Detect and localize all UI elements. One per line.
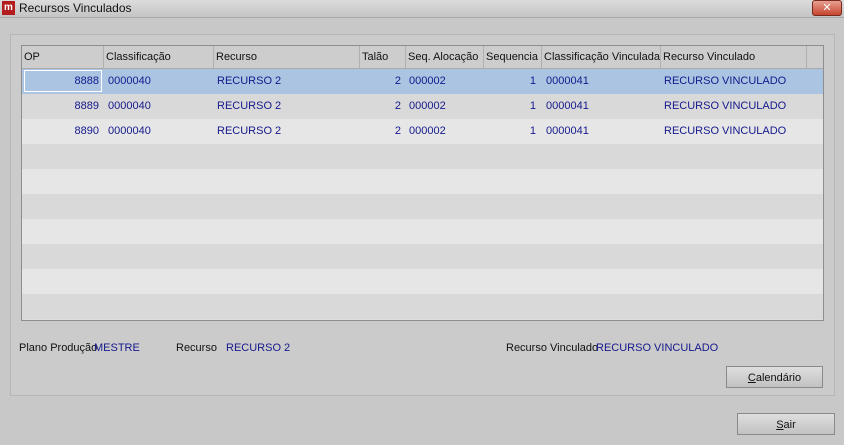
column-header-filler [807, 46, 823, 68]
column-header-op[interactable]: OP [22, 46, 104, 68]
cell-seq-alocacao[interactable]: 000002 [409, 94, 484, 119]
cell-recurso-vinculado[interactable]: RECURSO VINCULADO [664, 69, 807, 94]
cell-op[interactable]: 8889 [22, 94, 102, 119]
table-row[interactable]: 8889 0000040 RECURSO 2 2 000002 1 0000041 RECUR… [22, 94, 823, 119]
sair-button[interactable]: Sair [737, 413, 835, 435]
table-row[interactable]: 8890 0000040 RECURSO 2 2 000002 1 0000041 RECUR… [22, 119, 823, 144]
close-button[interactable]: ✕ [812, 0, 842, 16]
cell-sequencia[interactable]: 1 [484, 119, 539, 144]
plano-producao-label: Plano Produção [19, 342, 98, 354]
cell-talao[interactable]: 2 [360, 69, 404, 94]
cell-recurso[interactable]: RECURSO 2 [217, 119, 360, 144]
empty-row [22, 294, 823, 319]
calendario-mnemonic: C [747, 372, 756, 384]
cell-talao[interactable]: 2 [360, 94, 404, 119]
recurso-label: Recurso [176, 342, 217, 354]
empty-row [22, 144, 823, 169]
empty-row [22, 269, 823, 294]
column-header-class-vinculada[interactable]: Classificação Vinculada [542, 46, 661, 68]
cell-class-vinculada[interactable]: 0000041 [546, 119, 661, 144]
title-bar: m Recursos Vinculados ✕ [0, 0, 844, 18]
calendario-label: alendário [755, 372, 802, 384]
sair-label: air [783, 419, 796, 431]
empty-row [22, 169, 823, 194]
recurso-vinculado-value: RECURSO VINCULADO [596, 342, 719, 354]
empty-row [22, 244, 823, 269]
calendario-button[interactable]: Calendário [726, 366, 823, 388]
cell-op[interactable]: 8890 [22, 119, 102, 144]
column-header-seq-alocacao[interactable]: Seq. Alocação [406, 46, 484, 68]
recurso-vinculado-label: Recurso Vinculado [506, 342, 599, 354]
column-header-sequencia[interactable]: Sequencia [484, 46, 542, 68]
cell-seq-alocacao[interactable]: 000002 [409, 69, 484, 94]
column-header-recurso[interactable]: Recurso [214, 46, 360, 68]
focus-indicator [24, 70, 102, 92]
cell-classificacao[interactable]: 0000040 [108, 69, 214, 94]
grid-header: OP Classificação Recurso Talão Seq. Aloc… [22, 46, 823, 69]
empty-row [22, 194, 823, 219]
cell-sequencia[interactable]: 1 [484, 69, 539, 94]
cell-classificacao[interactable]: 0000040 [108, 94, 214, 119]
cell-recurso[interactable]: RECURSO 2 [217, 69, 360, 94]
app-logo-icon: m [2, 1, 15, 15]
column-header-recurso-vinculado[interactable]: Recurso Vinculado [661, 46, 807, 68]
cell-recurso-vinculado[interactable]: RECURSO VINCULADO [664, 119, 807, 144]
cell-recurso-vinculado[interactable]: RECURSO VINCULADO [664, 94, 807, 119]
sair-mnemonic: S [776, 419, 784, 431]
column-header-talao[interactable]: Talão [360, 46, 406, 68]
cell-class-vinculada[interactable]: 0000041 [546, 69, 661, 94]
empty-row [22, 219, 823, 244]
plano-producao-value: MESTRE [94, 342, 140, 354]
cell-class-vinculada[interactable]: 0000041 [546, 94, 661, 119]
column-header-classificacao[interactable]: Classificação [104, 46, 214, 68]
records-grid[interactable]: OP Classificação Recurso Talão Seq. Aloc… [21, 45, 824, 321]
cell-sequencia[interactable]: 1 [484, 94, 539, 119]
recurso-value: RECURSO 2 [226, 342, 291, 354]
cell-classificacao[interactable]: 0000040 [108, 119, 214, 144]
cell-talao[interactable]: 2 [360, 119, 404, 144]
cell-seq-alocacao[interactable]: 000002 [409, 119, 484, 144]
cell-recurso[interactable]: RECURSO 2 [217, 94, 360, 119]
table-row[interactable]: 8888 0000040 RECURSO 2 2 000002 1 0000041 RECUR… [22, 69, 823, 94]
window-title: Recursos Vinculados [19, 1, 132, 15]
